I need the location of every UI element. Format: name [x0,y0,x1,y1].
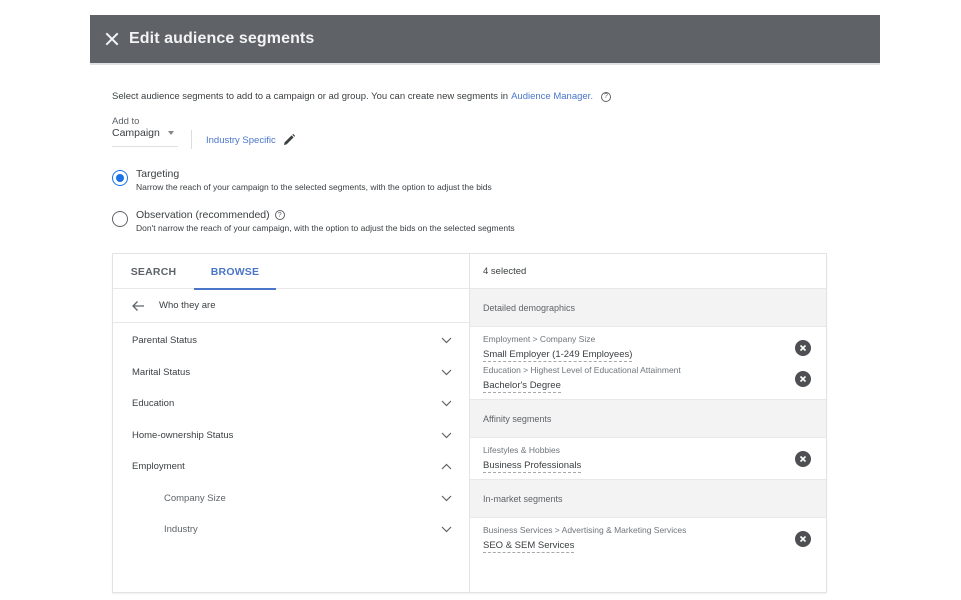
dialog-title: Edit audience segments [129,30,315,47]
segment-picker-panel: SEARCH BROWSE Who they are Parental Stat… [112,253,827,593]
divider [191,130,192,149]
help-circle-icon[interactable]: ? [274,210,285,220]
item-path: Education > Highest Level of Educational… [483,364,681,375]
remove-icon[interactable] [795,530,811,547]
group-items: Business Services > Advertising & Market… [470,518,826,559]
subcategory-company-size[interactable]: Company Size [113,483,469,515]
option-title: Observation (recommended) [136,209,270,221]
chevron-down-icon [441,369,452,376]
option-targeting[interactable]: Targeting Narrow the reach of your campa… [112,168,492,192]
selected-item: Lifestyles & Hobbies Business Profession… [470,444,826,473]
group-heading: Detailed demographics [470,289,826,327]
browse-pane: SEARCH BROWSE Who they are Parental Stat… [113,254,470,592]
selected-pane: 4 selected Detailed demographics Employm… [470,254,826,592]
item-path: Employment > Company Size [483,333,596,344]
category-employment[interactable]: Employment [113,451,469,483]
item-name: Business Professionals [483,459,582,473]
tab-search[interactable]: SEARCH [113,254,194,289]
help-circle-icon[interactable]: ? [600,91,611,102]
intro-text: Select audience segments to add to a cam… [112,91,611,102]
chevron-down-icon [441,495,452,502]
selected-item: Education > Highest Level of Educational… [470,364,826,393]
item-path: Business Services > Advertising & Market… [483,524,687,535]
category-marital-status[interactable]: Marital Status [113,357,469,389]
close-icon[interactable] [101,28,123,50]
tab-browse[interactable]: BROWSE [194,254,276,290]
item-path: Lifestyles & Hobbies [483,444,561,455]
add-to-dropdown[interactable]: Campaign [112,127,178,147]
group-heading: Affinity segments [470,400,826,438]
chevron-down-icon [441,526,452,533]
pencil-icon[interactable] [282,133,296,147]
selected-item: Employment > Company Size Small Employer… [470,333,826,362]
group-heading: In-market segments [470,480,826,518]
group-items: Lifestyles & Hobbies Business Profession… [470,438,826,480]
add-to-value: Campaign [112,127,160,139]
breadcrumb: Who they are [113,289,469,323]
item-name: Bachelor's Degree [483,379,561,393]
selected-item: Business Services > Advertising & Market… [470,524,826,553]
category-education[interactable]: Education [113,388,469,420]
item-name: SEO & SEM Services [483,539,575,553]
remove-icon[interactable] [795,450,811,467]
campaign-name: Industry Specific [206,134,276,146]
chevron-down-icon [441,400,452,407]
remove-icon[interactable] [795,370,811,387]
option-title: Targeting [136,168,180,180]
subcategory-industry[interactable]: Industry [113,514,469,546]
category-home-ownership[interactable]: Home-ownership Status [113,420,469,452]
audience-manager-link[interactable]: Audience Manager. [511,91,593,102]
intro-description: Select audience segments to add to a cam… [112,91,509,102]
chevron-down-icon [441,432,452,439]
radio-observation[interactable] [112,211,128,227]
dropdown-caret-icon [167,131,174,135]
option-description: Don't narrow the reach of your campaign,… [136,223,515,233]
add-to-label: Add to [112,116,140,127]
selected-count: 4 selected [470,254,826,289]
breadcrumb-label: Who they are [159,300,216,311]
option-observation[interactable]: Observation (recommended) ? Don't narrow… [112,209,515,233]
item-name: Small Employer (1-249 Employees) [483,348,633,362]
dialog-header: Edit audience segments [90,15,880,65]
group-items: Employment > Company Size Small Employer… [470,327,826,400]
radio-targeting[interactable] [112,170,128,186]
category-list: Parental Status Marital Status Education… [113,323,469,546]
campaign-name-link[interactable]: Industry Specific [206,133,296,147]
chevron-down-icon [441,337,452,344]
back-arrow-icon[interactable] [131,300,145,312]
remove-icon[interactable] [795,339,811,356]
chevron-up-icon [441,463,452,470]
option-description: Narrow the reach of your campaign to the… [136,182,492,192]
tab-bar: SEARCH BROWSE [113,254,469,290]
category-parental-status[interactable]: Parental Status [113,325,469,357]
